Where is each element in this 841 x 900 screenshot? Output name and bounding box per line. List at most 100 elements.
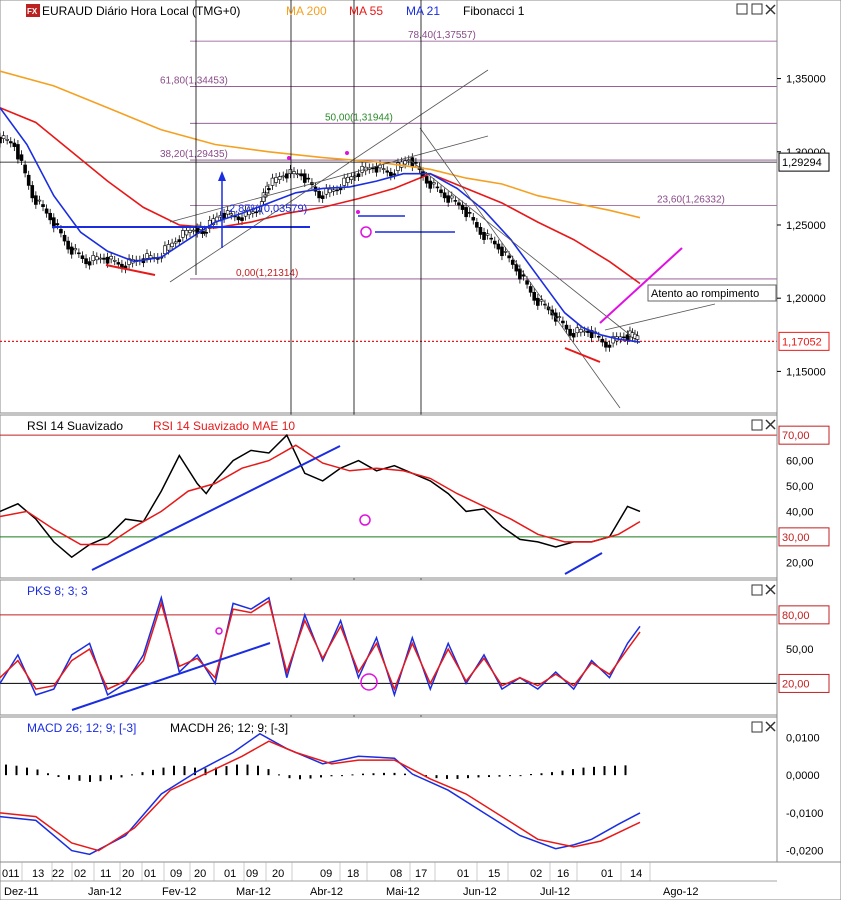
macd-histogram-bar (162, 767, 165, 776)
candle-body (5, 139, 9, 141)
candle-body (317, 191, 321, 199)
x-month-label: Abr-12 (310, 886, 343, 898)
x-day-label: 20 (272, 868, 284, 880)
candle-body (292, 171, 296, 175)
x-day-label: 09 (170, 868, 182, 880)
ma21-legend[interactable]: MA 21 (406, 4, 440, 18)
rsi-panel: RSI 14 Suavizado RSI 14 Suavizado MAE 10 (0, 414, 778, 579)
callout-text: Atento ao rompimento (651, 288, 759, 300)
candle-body (16, 144, 20, 160)
candle-body (320, 195, 325, 199)
fib-level-label: 78,40(1,37557) (408, 30, 476, 41)
macdh-legend[interactable]: MACDH 26; 12; 9; [-3] (170, 721, 288, 735)
x-day-label: 08 (390, 868, 402, 880)
candle-body (635, 335, 640, 340)
macd-histogram-bar (603, 766, 606, 776)
candle-body (568, 328, 572, 336)
candle-body (485, 233, 490, 236)
candle-body (482, 232, 486, 240)
candle-body (356, 173, 361, 177)
macd-histogram-bar (173, 765, 175, 776)
candle-body (80, 255, 85, 259)
candle-body (449, 195, 454, 199)
fib-level-label: 23,60(1,26332) (657, 194, 725, 205)
minimize-icon[interactable] (736, 3, 748, 15)
rsi-level-tag: 70,00 (782, 430, 810, 442)
candle-body (435, 186, 440, 189)
maximize-icon[interactable] (751, 721, 763, 733)
candle-body (188, 229, 192, 233)
ma55-legend[interactable]: MA 55 (349, 4, 383, 18)
candle-body (453, 200, 458, 202)
candle-body (424, 176, 429, 184)
macd-histogram-bar (519, 775, 522, 777)
candle-body (324, 188, 329, 195)
macd-histogram-bar (47, 773, 49, 776)
x-month-label: Mai-12 (386, 886, 420, 898)
fibonacci-legend[interactable]: Fibonacci 1 (463, 4, 525, 18)
y-tick-label: 1,20000 (786, 293, 826, 305)
instrument-title[interactable]: EURAUD Diário Hora Local (TMG+0) (42, 4, 240, 18)
ma200-legend[interactable]: MA 200 (286, 4, 327, 18)
candle-body (55, 223, 60, 226)
candle-body (112, 259, 117, 262)
x-month-label: Ago-12 (663, 886, 698, 898)
x-day-label: 11 (100, 868, 111, 880)
maximize-icon[interactable] (751, 584, 763, 596)
candle-body (288, 169, 293, 175)
candle-body (26, 174, 31, 186)
y-tick-label: 0,0000 (786, 770, 820, 782)
maximize-icon[interactable] (751, 3, 763, 15)
percent-move-label: 2,87%(0,03579) (229, 203, 307, 215)
rsi-legend[interactable]: RSI 14 Suavizado (27, 419, 123, 433)
macd-histogram-bar (78, 775, 81, 781)
candle-body (331, 189, 336, 192)
candle-body (392, 173, 397, 176)
candle-body (414, 162, 418, 164)
candle-body (84, 258, 88, 265)
candle-body (575, 327, 580, 334)
macd-histogram-bar (614, 765, 616, 776)
macd-histogram-bar (446, 775, 448, 779)
maximize-icon[interactable] (751, 419, 763, 431)
x-month-label: Jul-12 (540, 886, 570, 898)
y-axes: 1,350001,300001,250001,200001,150001,292… (776, 0, 841, 863)
candle-body (467, 212, 472, 214)
candle-body (428, 180, 433, 189)
macd-legend[interactable]: MACD 26; 12; 9; [-3] (27, 721, 136, 735)
candle-body (102, 257, 106, 260)
candle-body (514, 264, 519, 272)
macd-histogram-bar (225, 766, 228, 776)
fx-logo-text: FX (27, 7, 38, 16)
macd-histogram-bar (330, 775, 333, 777)
candle-body (91, 255, 96, 262)
candle-body (528, 286, 533, 293)
candle-body (285, 173, 289, 179)
rsi-mae-legend[interactable]: RSI 14 Suavizado MAE 10 (153, 419, 295, 433)
x-day-label: 01 (224, 868, 236, 880)
candle-body (302, 173, 307, 183)
candle-body (442, 192, 447, 199)
candle-body (95, 256, 99, 261)
macd-histogram-bar (404, 773, 406, 776)
macd-histogram-bar (540, 773, 543, 776)
candle-body (30, 185, 35, 199)
candle-body (145, 253, 149, 259)
candle-body (270, 177, 275, 186)
candle-body (503, 251, 508, 253)
macd-histogram-bar (393, 772, 396, 776)
macd-histogram-bar (467, 775, 469, 779)
macd-histogram-bar (320, 775, 322, 778)
x-day-label: 17 (415, 868, 427, 880)
macd-histogram-bar (57, 775, 60, 778)
candle-body (105, 256, 110, 264)
candle-body (148, 255, 153, 259)
candle-body (34, 195, 38, 205)
macd-histogram-bar (477, 775, 480, 778)
candle-body (116, 262, 121, 265)
candle-body (496, 243, 501, 250)
pks-legend[interactable]: PKS 8; 3; 3 (27, 584, 88, 598)
candle-body (62, 234, 67, 242)
candle-body (403, 160, 407, 165)
x-day-label: 22 (52, 868, 64, 880)
